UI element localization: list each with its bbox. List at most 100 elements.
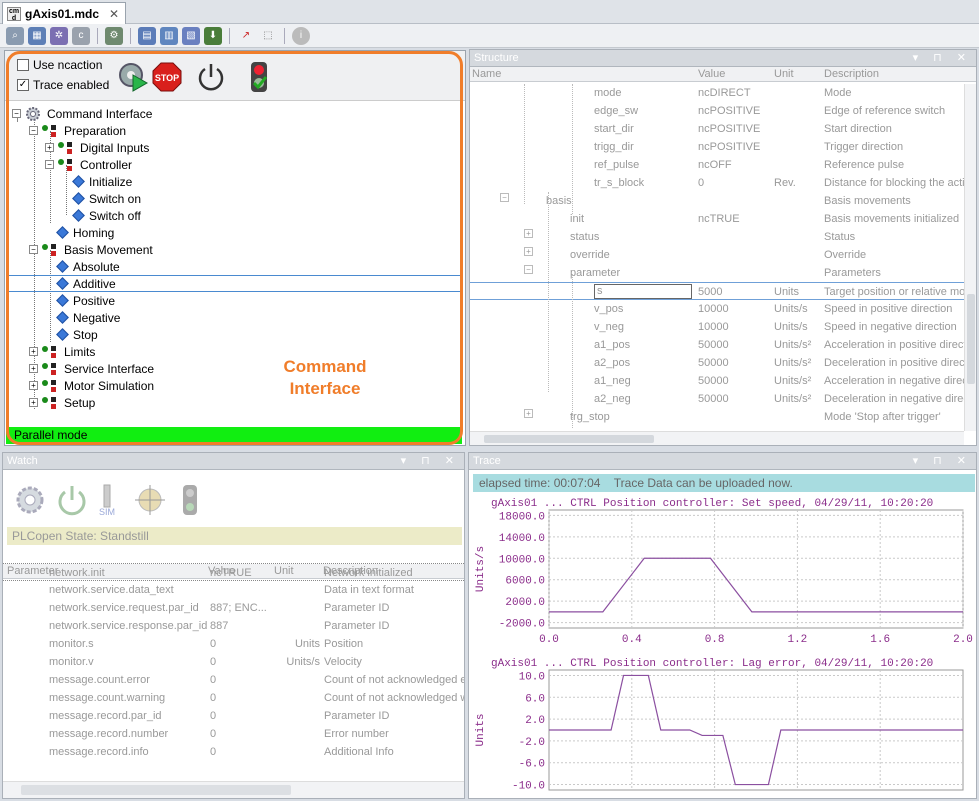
structure-vertical-scrollbar[interactable] (964, 84, 976, 431)
x-tick-label: 0.4 (622, 634, 642, 646)
scroll-thumb[interactable] (21, 785, 291, 795)
watch-row[interactable]: monitor.s 0 Units Position (3, 635, 464, 653)
col-value[interactable]: Value (698, 68, 725, 80)
chart-icon[interactable]: ▦ (28, 26, 46, 45)
cmd-icon[interactable]: c (72, 26, 90, 45)
col-description[interactable]: Description (824, 68, 879, 80)
y-tick-label: -10.0 (512, 781, 545, 793)
info-icon[interactable]: i (292, 26, 310, 45)
watch-row[interactable]: message.record.number 0 Error number (3, 725, 464, 743)
structure-unit: Units/s (774, 321, 808, 333)
watch-row[interactable]: message.count.error 0 Count of not acknowl… (3, 671, 464, 689)
gear-icon[interactable]: ⚙ (105, 26, 123, 45)
watch-row[interactable]: message.record.par_id 0 Parameter ID (3, 707, 464, 725)
close-tab-icon[interactable]: ✕ (109, 7, 119, 21)
scroll-thumb[interactable] (967, 294, 975, 384)
lag-error-chart[interactable]: gAxis01 ... CTRL Position controller: La… (469, 654, 976, 798)
tree-guide-line (524, 84, 525, 204)
structure-description: Mode 'Stop after trigger' (824, 411, 941, 423)
structure-row[interactable]: − basis Basis movements (470, 192, 964, 210)
structure-row[interactable]: start_dir ncPOSITIVE Start direction (470, 120, 964, 138)
collapse-icon[interactable]: − (524, 265, 533, 274)
y-tick-label: 6.0 (525, 693, 545, 705)
collapse-icon[interactable]: − (500, 193, 509, 202)
watch-param: message.record.par_id (49, 710, 162, 722)
structure-row[interactable]: mode ncDIRECT Mode (470, 84, 964, 102)
structure-row[interactable]: v_pos 10000 Units/s Speed in positive direc… (470, 300, 964, 318)
watch-horizontal-scrollbar[interactable] (3, 781, 464, 798)
watch-row[interactable]: network.service.request.par_id 887; ENC..… (3, 599, 464, 617)
watch-value: 0 (210, 656, 217, 668)
structure-description: Mode (824, 87, 852, 99)
structure-row[interactable]: a1_pos 50000 Units/s² Acceleration in posit… (470, 336, 964, 354)
expand-icon[interactable]: + (524, 409, 533, 418)
structure-row[interactable]: + trg_stop Mode 'Stop after trigger' (470, 408, 964, 426)
expand-icon[interactable]: + (524, 247, 533, 256)
structure-row[interactable]: ref_pulse ncOFF Reference pulse (470, 156, 964, 174)
watch-traffic-light-button[interactable] (175, 483, 205, 517)
structure-row[interactable]: 🔒︎initncTRUEBasis movements initialized (470, 210, 964, 228)
structure-value: 0 (698, 177, 705, 189)
watch-row[interactable]: message.record.info 0 Additional Info (3, 743, 464, 761)
watch-row[interactable]: monitor.v 0 Units/s Velocity (3, 653, 464, 671)
trace-chart-2-icon[interactable]: ▥ (160, 26, 178, 45)
plcopen-state-bar: PLCopen State: Standstill (7, 527, 462, 545)
sim-button[interactable]: SIM (93, 483, 123, 517)
structure-row[interactable]: a1_neg 50000 Units/s² Acceleration in negat… (470, 372, 964, 390)
expand-icon[interactable]: + (524, 229, 533, 238)
watch-description: Additional Info (324, 746, 394, 758)
curve-icon[interactable]: ↗ (237, 26, 255, 45)
trace-chart-3-icon[interactable]: ▧ (182, 26, 200, 45)
structure-row[interactable]: edge_sw ncPOSITIVE Edge of reference switc… (470, 102, 964, 120)
y-tick-label: 10.0 (519, 671, 545, 683)
watch-value: 887; ENC... (210, 602, 267, 614)
structure-name: trigg_dir (594, 141, 634, 153)
sim-label: SIM (99, 507, 115, 517)
watch-power-button[interactable] (55, 483, 89, 517)
y-tick-label: -2.0 (519, 737, 545, 749)
structure-name: a2_neg (594, 393, 631, 405)
set-speed-chart[interactable]: gAxis01 ... CTRL Position controller: Se… (469, 494, 976, 654)
watch-param: network.service.response.par_id (49, 620, 207, 632)
col-name[interactable]: Name (472, 68, 501, 80)
structure-row[interactable]: tr_s_block 0 Rev. Distance for blocking the… (470, 174, 964, 192)
structure-description: Basis movements (824, 195, 911, 207)
search-icon[interactable]: ⌕ (6, 26, 24, 45)
marker-icon[interactable]: ⬚ (259, 26, 277, 45)
watch-row[interactable]: network.init ncTRUE Network initialized (3, 563, 464, 581)
panel-controls-icon[interactable]: ▾ ⊓ ✕ (913, 453, 972, 470)
structure-row[interactable]: trigg_dir ncPOSITIVE Trigger direction (470, 138, 964, 156)
trace-panel: Trace ▾ ⊓ ✕ elapsed time: 00:07:04 Trace… (468, 452, 977, 799)
structure-horizontal-scrollbar[interactable] (470, 431, 964, 445)
trace-chart-icon[interactable]: ▤ (138, 26, 156, 45)
network-icon[interactable]: ✲ (50, 26, 68, 45)
toolbar-separator (130, 27, 131, 44)
crosshair-button[interactable] (133, 483, 167, 517)
watch-row[interactable]: message.count.warning 0 Count of not ackno… (3, 689, 464, 707)
structure-name: trg_stop (570, 411, 610, 423)
structure-row[interactable]: s 5000 Units Target position or relative mo (470, 282, 964, 300)
structure-row[interactable]: + override Override (470, 246, 964, 264)
highlight-callout-frame (6, 51, 463, 445)
toolbar-separator (284, 27, 285, 44)
structure-row[interactable]: + status Status (470, 228, 964, 246)
structure-value: 50000 (698, 357, 729, 369)
scroll-thumb[interactable] (484, 435, 654, 443)
panel-controls-icon[interactable]: ▾ ⊓ ✕ (401, 453, 460, 470)
structure-unit: Units/s² (774, 375, 812, 387)
structure-row[interactable]: a2_pos 50000 Units/s² Deceleration in posit… (470, 354, 964, 372)
col-unit[interactable]: Unit (774, 68, 794, 80)
download-icon[interactable]: ⬇ (204, 26, 222, 45)
watch-row[interactable]: network.service.response.par_id 887 Parame… (3, 617, 464, 635)
structure-name: v_pos (594, 303, 624, 315)
watch-description: Parameter ID (324, 710, 390, 722)
panel-controls-icon[interactable]: ▾ ⊓ ✕ (913, 50, 972, 67)
watch-param: message.record.number (49, 728, 169, 740)
structure-row[interactable]: − parameter Parameters (470, 264, 964, 282)
document-tab[interactable]: cm d gAxis01.mdc ✕ (2, 2, 127, 24)
watch-value: 0 (210, 746, 217, 758)
structure-row[interactable]: a2_neg 50000 Units/s² Deceleration in negat… (470, 390, 964, 408)
watch-gear-button[interactable] (13, 483, 47, 517)
watch-row[interactable]: network.service.data_text Data in text fo… (3, 581, 464, 599)
structure-row[interactable]: v_neg 10000 Units/s Speed in negative direc… (470, 318, 964, 336)
